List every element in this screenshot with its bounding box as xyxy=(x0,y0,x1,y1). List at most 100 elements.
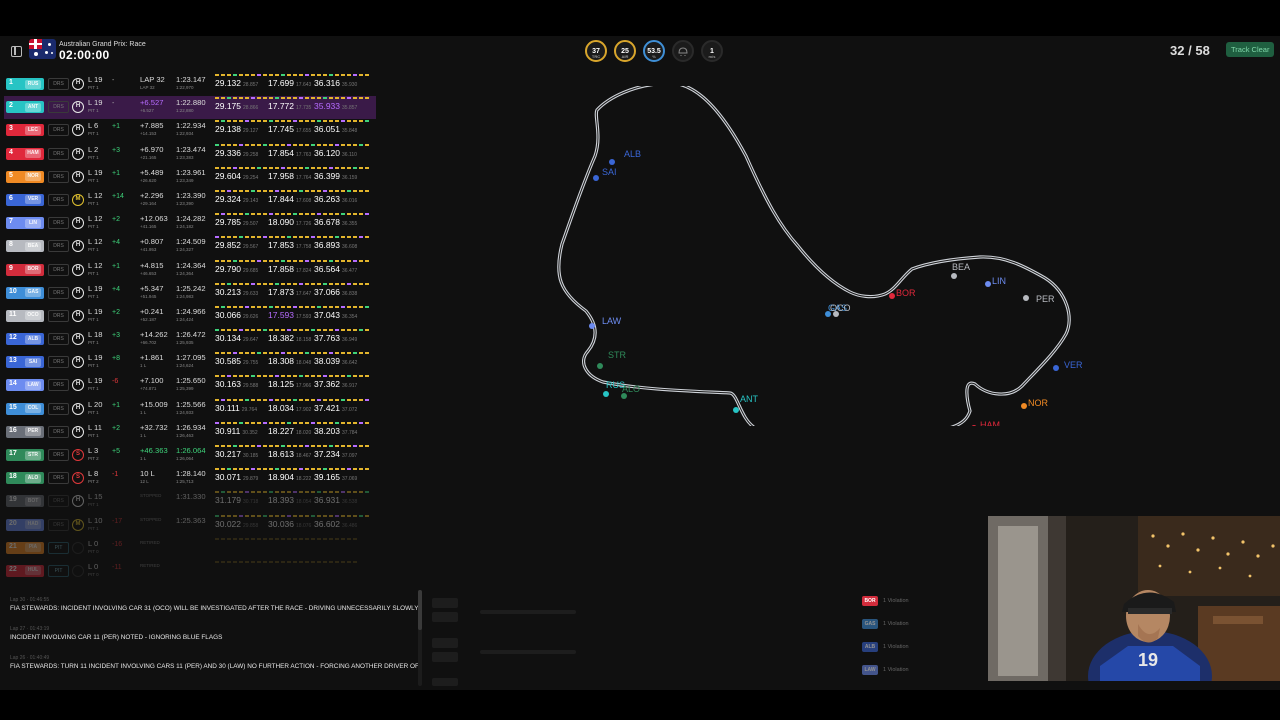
mini-sector xyxy=(299,189,303,192)
driver-marker[interactable] xyxy=(597,363,603,369)
driver-marker[interactable] xyxy=(609,159,615,165)
mini-sector xyxy=(263,375,267,378)
driver-marker-label: BEA xyxy=(952,262,970,272)
stint-info: L 6 PIT 1 xyxy=(88,121,99,137)
positions-gained: +2 xyxy=(112,308,120,316)
stint-info: L 15 PIT 1 xyxy=(88,492,103,508)
mini-sector xyxy=(305,398,309,401)
mini-sector xyxy=(341,537,345,540)
mini-sector xyxy=(287,143,291,146)
leaderboard-row[interactable]: 14 LAW DRS H L 19 PIT 1 -6 +7.100 +74.871 1:25.65… xyxy=(4,374,376,397)
leaderboard-row[interactable]: 21 PIA PIT L 0 PIT 0 -16 RETIRED xyxy=(4,537,376,560)
leaderboard-row[interactable]: 13 SAI DRS H L 19 PIT 1 +8 +1.861 1 L 1:27.095 1:2… xyxy=(4,351,376,374)
leaderboard-row[interactable]: 17 STR DRS S L 3 PIT 2 +5 +46.363 1 L 1:26.064 1:2… xyxy=(4,444,376,467)
mini-sector xyxy=(341,329,345,332)
driver-marker[interactable] xyxy=(603,391,609,397)
mini-sector xyxy=(287,329,291,332)
leaderboard-row[interactable]: 5 NOR DRS H L 19 PIT 1 +1 +5.489 +26.620 1:23.961… xyxy=(4,166,376,189)
sector-3-time: 37.234 37.097 xyxy=(314,449,358,459)
mini-sector xyxy=(293,329,297,332)
mini-sector xyxy=(251,560,255,563)
mini-sector xyxy=(257,398,261,401)
messages-scrollbar[interactable] xyxy=(418,590,422,686)
mini-sector xyxy=(245,560,249,563)
leaderboard-row[interactable]: 11 OCO DRS H L 19 PIT 1 +2 +0.241 +52.187 1:24.96… xyxy=(4,305,376,328)
wind-icon: 1 m/s xyxy=(701,40,723,62)
leaderboard-row[interactable]: 18 ALO DRS S L 8 PIT 2 -1 10 L 12 L 1:28.140 1:25,… xyxy=(4,467,376,490)
mini-sector xyxy=(245,491,249,494)
driver-marker[interactable] xyxy=(889,293,895,299)
leaderboard-row[interactable]: 8 BEA DRS H L 12 PIT 1 +4 +0.807 +41.953 1:24.509… xyxy=(4,235,376,258)
mini-sector xyxy=(281,537,285,540)
mini-sector xyxy=(275,74,279,76)
position-number: 14 xyxy=(9,380,17,388)
leaderboard-row[interactable]: 16 PER DRS H L 11 PIT 1 +2 +32.732 1 L 1:26.934 1:… xyxy=(4,421,376,444)
mini-sector xyxy=(335,375,339,378)
mini-sector xyxy=(251,74,255,76)
leaderboard-row[interactable]: 9 BOR DRS H L 12 PIT 1 +1 +4.815 +46.653 1:24.364… xyxy=(4,259,376,282)
leaderboard-row[interactable]: 1 RUS DRS H L 19 PIT 1 - LAP 32 LAP 32 1:23.147 1:… xyxy=(4,73,376,96)
positions-gained: -16 xyxy=(112,540,123,548)
gap-interval: +6.970 +21.165 xyxy=(140,144,164,160)
leaderboard-row[interactable]: 3 LEC DRS H L 6 PIT 1 +1 +7.885 +14.153 1:22.934 1… xyxy=(4,119,376,142)
mini-sector xyxy=(335,74,339,76)
mini-sector xyxy=(317,421,321,424)
sector-1-time: 31.179 30.718 xyxy=(215,495,259,506)
leaderboard-row[interactable]: 6 VER DRS M L 12 PIT 1 +14 +2.296 +29.164 1:23.39… xyxy=(4,189,376,212)
mini-sector xyxy=(251,329,255,332)
sector-1-time: 30.163 29.588 xyxy=(215,379,259,390)
driver-marker[interactable] xyxy=(1023,295,1029,301)
mini-sector xyxy=(233,97,237,100)
driver-marker[interactable] xyxy=(985,281,991,287)
leaderboard-row[interactable]: 20 HAD DRS M L 10 PIT 1 -17 STOPPED 1:25.363 30.0… xyxy=(4,514,376,537)
driver-marker[interactable] xyxy=(971,425,977,426)
driver-marker[interactable] xyxy=(733,407,739,413)
mini-sector xyxy=(299,491,303,494)
sidebar-toggle-icon[interactable] xyxy=(11,46,22,57)
mini-sector xyxy=(323,375,327,378)
leaderboard-row[interactable]: 12 ALB DRS H L 18 PIT 1 +3 +14.262 +66.702 1:26.4… xyxy=(4,328,376,351)
position-badge: 14 LAW xyxy=(6,379,44,392)
mini-sector xyxy=(221,445,225,447)
mini-sector xyxy=(251,97,255,100)
sector-1-time xyxy=(215,565,217,575)
mini-sector xyxy=(359,491,363,494)
driver-marker[interactable] xyxy=(951,273,957,279)
leaderboard-row[interactable]: 19 BOT DRS H L 15 PIT 1 STOPPED 1:31.330 31.179 3… xyxy=(4,490,376,513)
positions-gained: +1 xyxy=(112,169,120,177)
mini-sector xyxy=(215,491,219,494)
mini-sector xyxy=(239,189,243,192)
drs-indicator: DRS xyxy=(48,240,69,253)
gap-interval: 10 L 12 L xyxy=(140,469,155,485)
leaderboard-row[interactable]: 7 LIN DRS H L 12 PIT 1 +2 +12.063 +41.165 1:24.28… xyxy=(4,212,376,235)
mini-sector xyxy=(263,329,267,332)
leaderboard-row[interactable]: 10 GAS DRS H L 19 PIT 1 +4 +5.347 +51.945 1:25.24… xyxy=(4,282,376,305)
driver-marker[interactable] xyxy=(1021,403,1027,409)
position-badge: 22 HUL xyxy=(6,564,44,577)
position-number: 19 xyxy=(9,496,17,504)
mini-sector xyxy=(365,189,369,192)
mini-sector xyxy=(221,352,225,355)
mini-sector xyxy=(287,189,291,192)
stint-info: L 3 PIT 2 xyxy=(88,446,99,461)
leaderboard-row[interactable]: 22 HUL PIT L 0 PIT 0 -11 RETIRED xyxy=(4,560,376,583)
mini-sector xyxy=(245,166,249,169)
driver-marker[interactable] xyxy=(593,175,599,181)
mini-sector xyxy=(239,305,243,308)
mini-sector xyxy=(311,236,315,239)
mini-sector xyxy=(251,537,255,540)
mini-sector xyxy=(329,143,333,146)
driver-marker[interactable] xyxy=(1053,365,1059,371)
mini-sector xyxy=(281,421,285,424)
leaderboard-row[interactable]: 15 COL DRS H L 20 PIT 1 +1 +15.009 1 L 1:25.566 1:… xyxy=(4,398,376,421)
leaderboard-row[interactable]: 2 ANT DRS H L 19 PIT 1 - +6.527 +6.527 1:22.880 1:… xyxy=(4,96,376,120)
position-number: 15 xyxy=(9,403,17,411)
mini-sector xyxy=(341,468,345,471)
mini-sector xyxy=(251,236,255,239)
driver-marker[interactable] xyxy=(589,323,595,329)
mini-sector xyxy=(221,143,225,146)
mini-sector xyxy=(275,329,279,332)
mini-sector xyxy=(251,305,255,308)
track-status-badge[interactable]: Track Clear xyxy=(1226,42,1275,57)
leaderboard-row[interactable]: 4 HAM DRS H L 2 PIT 1 +3 +6.970 +21.165 1:23.474 1… xyxy=(4,143,376,166)
